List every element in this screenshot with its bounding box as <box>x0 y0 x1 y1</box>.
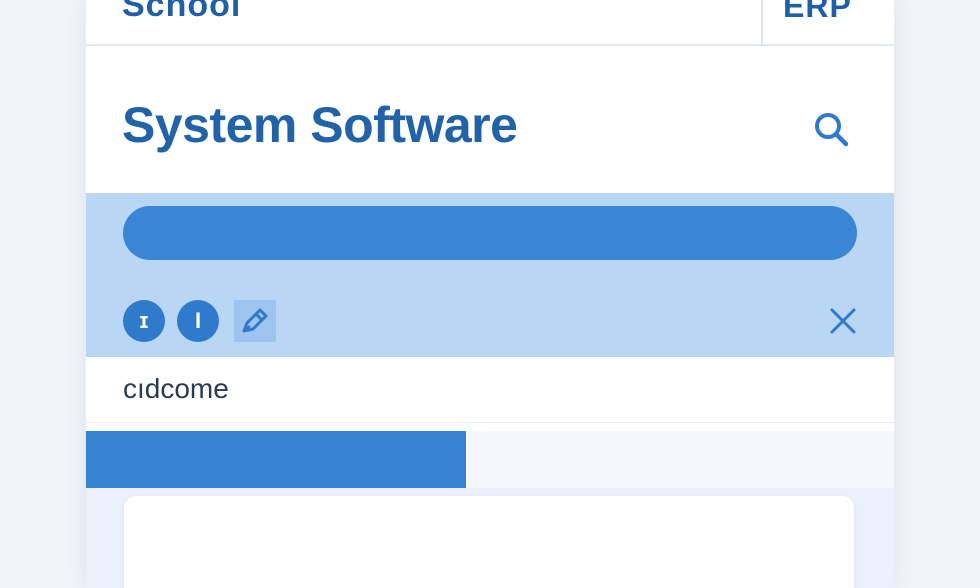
header-divider <box>761 0 763 46</box>
backdrop-right <box>894 0 980 588</box>
toolbar-icons: ɪ I <box>123 300 857 342</box>
close-button[interactable] <box>826 304 860 338</box>
welcome-label: cıdcome <box>123 373 229 404</box>
text-cursor-icon: I <box>194 308 202 333</box>
edit-button[interactable] <box>234 300 276 342</box>
top-bar: School ERP <box>86 0 894 46</box>
info-button[interactable]: ɪ <box>123 300 165 342</box>
title-row: System Software <box>86 48 894 193</box>
page-title: System Software <box>122 97 518 153</box>
search-icon <box>815 113 849 147</box>
progress-bar <box>123 206 857 260</box>
content-area <box>86 488 894 588</box>
info-icon: ɪ <box>139 308 149 333</box>
app-panel: School ERP System Software ɪ I cıdcome <box>86 0 894 588</box>
text-cursor-button[interactable]: I <box>177 300 219 342</box>
toolbar-band: ɪ I <box>86 193 894 357</box>
header-left-label: School <box>122 0 242 24</box>
pen-icon <box>242 308 268 333</box>
tab-active[interactable] <box>86 431 466 488</box>
header-right-label: ERP <box>783 0 852 24</box>
backdrop-left <box>0 0 86 588</box>
tab-inactive[interactable] <box>466 431 894 488</box>
content-card[interactable] <box>124 496 854 588</box>
welcome-row: cıdcome <box>86 357 894 423</box>
search-button[interactable] <box>808 106 854 152</box>
tab-strip <box>86 431 894 488</box>
close-icon <box>830 308 856 334</box>
